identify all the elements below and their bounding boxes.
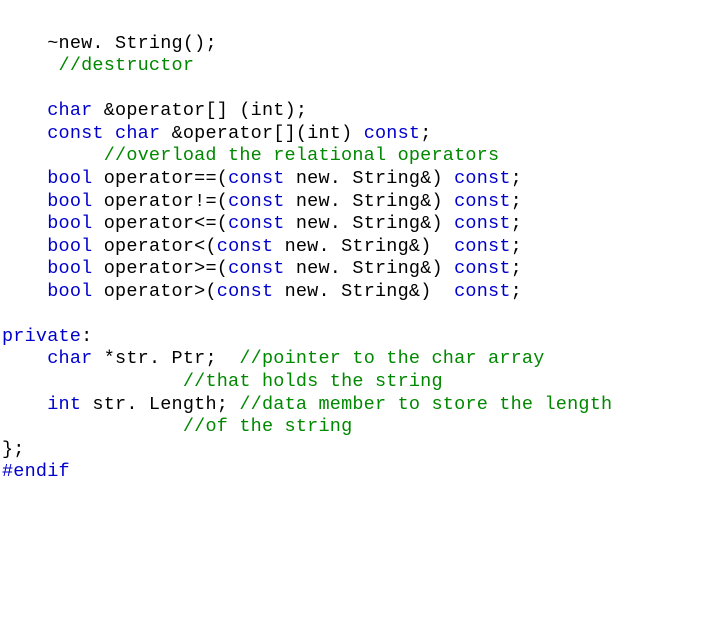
code-line bbox=[2, 348, 47, 369]
keyword: const bbox=[228, 168, 285, 189]
keyword: const bbox=[228, 191, 285, 212]
code-line: : bbox=[81, 326, 92, 347]
keyword: const bbox=[47, 123, 104, 144]
code-line: &operator[](int) bbox=[160, 123, 363, 144]
code-line: operator!=( bbox=[92, 191, 228, 212]
code-line: new. String&) bbox=[285, 168, 455, 189]
keyword: char bbox=[47, 100, 92, 121]
code-line bbox=[2, 416, 183, 437]
code-line: ; bbox=[511, 281, 522, 302]
code-line: operator<( bbox=[92, 236, 216, 257]
code-line bbox=[2, 371, 183, 392]
keyword: const bbox=[454, 258, 511, 279]
code-line bbox=[2, 145, 104, 166]
keyword: char bbox=[47, 348, 92, 369]
code-line: operator==( bbox=[92, 168, 228, 189]
comment: //of the string bbox=[183, 416, 353, 437]
code-line bbox=[2, 33, 47, 54]
code-line: operator<=( bbox=[92, 213, 228, 234]
code-line: operator>=( bbox=[92, 258, 228, 279]
comment: //pointer to the char array bbox=[239, 348, 544, 369]
keyword: private bbox=[2, 326, 81, 347]
code-line: }; bbox=[2, 439, 25, 460]
code-line bbox=[2, 100, 47, 121]
keyword: bool bbox=[47, 168, 92, 189]
code-line: ; bbox=[511, 258, 522, 279]
code-line: ; bbox=[420, 123, 431, 144]
code-line bbox=[2, 168, 47, 189]
code-line: ; bbox=[511, 191, 522, 212]
code-line bbox=[2, 236, 47, 257]
keyword: const bbox=[454, 236, 511, 257]
code-line: new. String&) bbox=[273, 281, 454, 302]
keyword: bool bbox=[47, 258, 92, 279]
code-line: *str. Ptr; bbox=[92, 348, 239, 369]
code-line: new. String&) bbox=[273, 236, 454, 257]
keyword: const bbox=[217, 281, 274, 302]
keyword: const bbox=[454, 281, 511, 302]
keyword: const bbox=[454, 191, 511, 212]
code-line bbox=[2, 281, 47, 302]
comment: //data member to store the length bbox=[239, 394, 612, 415]
code-line bbox=[2, 191, 47, 212]
code-line: ~new. String(); bbox=[47, 33, 217, 54]
code-line: ; bbox=[511, 168, 522, 189]
keyword: const bbox=[228, 258, 285, 279]
keyword: const bbox=[217, 236, 274, 257]
keyword: const bbox=[454, 213, 511, 234]
code-line bbox=[2, 55, 59, 76]
comment: //destructor bbox=[59, 55, 195, 76]
code-line: new. String&) bbox=[285, 191, 455, 212]
code-line bbox=[2, 258, 47, 279]
code-line bbox=[2, 123, 47, 144]
code-line bbox=[2, 394, 47, 415]
comment: //overload the relational operators bbox=[104, 145, 500, 166]
code-line: new. String&) bbox=[285, 213, 455, 234]
keyword: const bbox=[228, 213, 285, 234]
keyword: bool bbox=[47, 236, 92, 257]
keyword: bool bbox=[47, 191, 92, 212]
code-line: new. String&) bbox=[285, 258, 455, 279]
keyword: const bbox=[454, 168, 511, 189]
code-line bbox=[104, 123, 115, 144]
code-block: ~new. String(); //destructor char &opera… bbox=[0, 33, 720, 484]
keyword: char bbox=[115, 123, 160, 144]
code-line bbox=[2, 213, 47, 234]
code-line: &operator[] (int); bbox=[92, 100, 307, 121]
code-line: ; bbox=[511, 236, 522, 257]
code-line: operator>( bbox=[92, 281, 216, 302]
keyword: int bbox=[47, 394, 81, 415]
keyword: bool bbox=[47, 213, 92, 234]
preprocessor: #endif bbox=[2, 461, 70, 482]
comment: //that holds the string bbox=[183, 371, 443, 392]
code-line: ; bbox=[511, 213, 522, 234]
keyword: const bbox=[364, 123, 421, 144]
keyword: bool bbox=[47, 281, 92, 302]
code-line: str. Length; bbox=[81, 394, 239, 415]
